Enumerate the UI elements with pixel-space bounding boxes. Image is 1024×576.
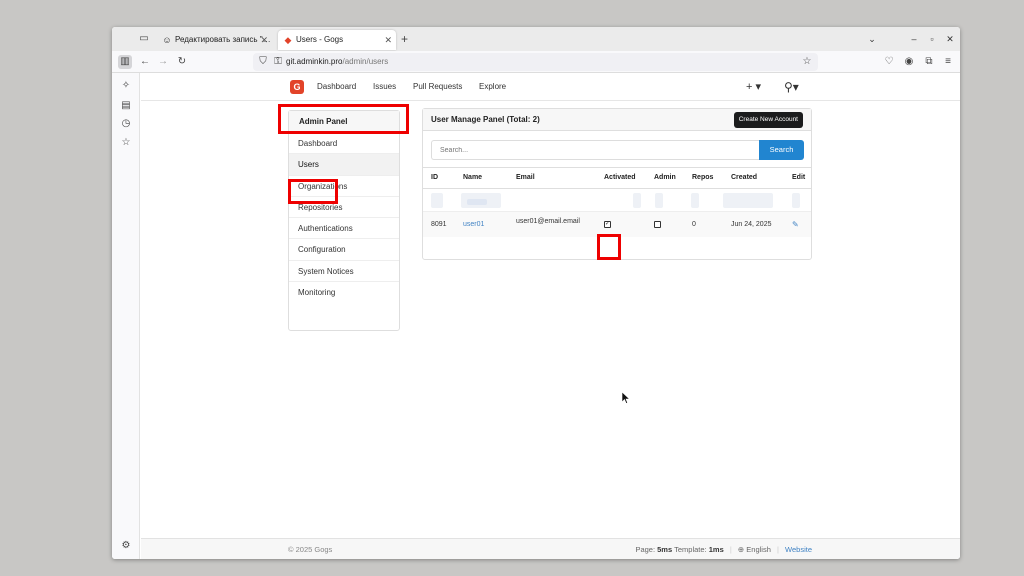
admin-menu-repositories[interactable]: Repositories xyxy=(289,197,399,219)
admin-menu-users[interactable]: Users xyxy=(289,154,399,176)
cell-email: user01@email.email xyxy=(516,218,580,225)
new-tab-icon[interactable]: + xyxy=(401,31,408,47)
cell-created: Jun 24, 2025 xyxy=(731,221,772,228)
close-icon[interactable]: ✕ xyxy=(260,30,268,50)
language-selector[interactable]: English xyxy=(746,545,771,554)
url-bar[interactable]: ⛉ ⚿ git.adminkin.pro/admin/users ☆ xyxy=(253,53,818,71)
close-icon[interactable]: ✕ xyxy=(384,30,392,50)
back-icon[interactable]: ← xyxy=(138,55,152,69)
navigation-bar: ▥ ← → ↻ ⛉ ⚿ git.adminkin.pro/admin/users… xyxy=(112,51,960,73)
cell-repos: 0 xyxy=(692,221,696,228)
admin-menu-system-notices[interactable]: System Notices xyxy=(289,261,399,283)
synced-tabs-icon[interactable]: ▤ xyxy=(119,99,133,113)
chevron-down-icon[interactable]: ⌄ xyxy=(865,32,879,46)
history-icon[interactable]: ◷ xyxy=(119,117,133,131)
nav-pull-requests[interactable]: Pull Requests xyxy=(413,73,462,101)
cell-id: 8091 xyxy=(431,221,447,228)
tab-users-gogs[interactable]: ◆ Users - Gogs ✕ xyxy=(278,30,396,50)
globe-icon: ⊕ xyxy=(737,545,745,554)
person-icon: ☺ xyxy=(162,35,172,45)
website-link[interactable]: Website xyxy=(785,545,812,554)
table-header-row: ID Name Email Activated Admin Repos Crea… xyxy=(423,167,811,189)
gogs-icon: ◆ xyxy=(284,35,292,45)
menu-icon[interactable]: ≡ xyxy=(941,55,955,69)
user-manage-panel: User Manage Panel (Total: 2) Create New … xyxy=(422,108,812,260)
search-button[interactable]: Search xyxy=(759,140,804,160)
panel-title: User Manage Panel (Total: 2) xyxy=(431,115,540,124)
bookmark-star-icon[interactable]: ☆ xyxy=(800,55,814,69)
browser-window: ▭ ☺ Редактировать запись "… ✕ ◆ Users - … xyxy=(112,27,960,559)
col-created: Created xyxy=(731,174,758,181)
admin-menu-monitoring[interactable]: Monitoring xyxy=(289,282,399,303)
admin-menu-dashboard[interactable]: Dashboard xyxy=(289,133,399,155)
col-admin: Admin xyxy=(654,174,676,181)
sidebar-toggle-icon[interactable]: ▥ xyxy=(118,55,132,69)
search-input[interactable] xyxy=(431,140,759,160)
col-repos: Repos xyxy=(692,174,714,181)
col-email: Email xyxy=(516,174,535,181)
url-text: git.adminkin.pro/admin/users xyxy=(286,57,389,66)
footer-info: Page: 5ms Template: 1ms | ⊕ English | We… xyxy=(635,545,812,554)
mouse-cursor-icon xyxy=(621,391,631,404)
nav-explore[interactable]: Explore xyxy=(479,73,506,101)
admin-menu-authentications[interactable]: Authentications xyxy=(289,218,399,240)
col-edit: Edit xyxy=(792,174,806,181)
nav-dashboard[interactable]: Dashboard xyxy=(317,73,356,101)
footer-copyright: © 2025 Gogs xyxy=(288,545,333,554)
forward-icon[interactable]: → xyxy=(156,55,170,69)
account-icon[interactable]: ◉ xyxy=(902,55,916,69)
admin-menu-organizations[interactable]: Organizations xyxy=(289,176,399,197)
panel-header: User Manage Panel (Total: 2) Create New … xyxy=(423,109,811,131)
create-plus-dropdown[interactable]: + ▾ xyxy=(746,73,761,101)
tab-edit-record[interactable]: ☺ Редактировать запись "… ✕ xyxy=(157,30,272,50)
browser-sidebar: ✧ ▤ ◷ ☆ ⚙ xyxy=(112,73,140,559)
reload-icon[interactable]: ↻ xyxy=(175,55,189,69)
table-row: 8091 user01 user01@email.email ✓ 0 Jun 2… xyxy=(423,212,811,237)
gogs-header: G Dashboard Issues Pull Requests Explore… xyxy=(141,73,960,101)
gogs-logo[interactable]: G xyxy=(290,80,304,94)
settings-gear-icon[interactable]: ⚙ xyxy=(119,539,133,553)
lock-icon: ⚿ xyxy=(274,56,282,67)
tab-strip: ▭ ☺ Редактировать запись "… ✕ ◆ Users - … xyxy=(112,27,960,51)
user-avatar-dropdown[interactable]: ⚲▾ xyxy=(784,73,799,101)
maximize-icon[interactable]: ▫ xyxy=(925,32,939,46)
col-id: ID xyxy=(431,174,438,181)
table-row-redacted xyxy=(423,189,811,212)
admin-menu: Admin Panel Dashboard Users Organization… xyxy=(288,110,400,331)
admin-menu-configuration[interactable]: Configuration xyxy=(289,239,399,261)
tab-title: Users - Gogs xyxy=(296,35,344,44)
bookmarks-icon[interactable]: ☆ xyxy=(119,136,133,150)
gogs-footer: © 2025 Gogs Page: 5ms Template: 1ms | ⊕ … xyxy=(141,538,960,559)
page-content: G Dashboard Issues Pull Requests Explore… xyxy=(141,73,960,559)
edit-icon[interactable]: ✎ xyxy=(792,212,799,237)
tab-title: Редактировать запись "… xyxy=(175,35,271,44)
tab-overview-icon[interactable]: ▭ xyxy=(137,32,151,46)
admin-panel-title: Admin Panel xyxy=(289,111,399,133)
col-name: Name xyxy=(463,174,483,181)
cell-name-link[interactable]: user01 xyxy=(463,212,484,237)
shield-icon[interactable]: ⛉ xyxy=(256,55,270,69)
minimize-icon[interactable]: – xyxy=(907,32,921,46)
nav-issues[interactable]: Issues xyxy=(373,73,396,101)
extensions-icon[interactable]: ⧉ xyxy=(922,55,936,69)
activated-checkbox-checked: ✓ xyxy=(604,221,611,228)
admin-checkbox-unchecked xyxy=(654,221,661,228)
create-new-account-button[interactable]: Create New Account xyxy=(733,112,803,128)
close-window-icon[interactable]: ✕ xyxy=(943,32,957,46)
pocket-icon[interactable]: ♡ xyxy=(882,55,896,69)
col-activated: Activated xyxy=(604,174,636,181)
ai-sparkle-icon[interactable]: ✧ xyxy=(119,79,133,93)
